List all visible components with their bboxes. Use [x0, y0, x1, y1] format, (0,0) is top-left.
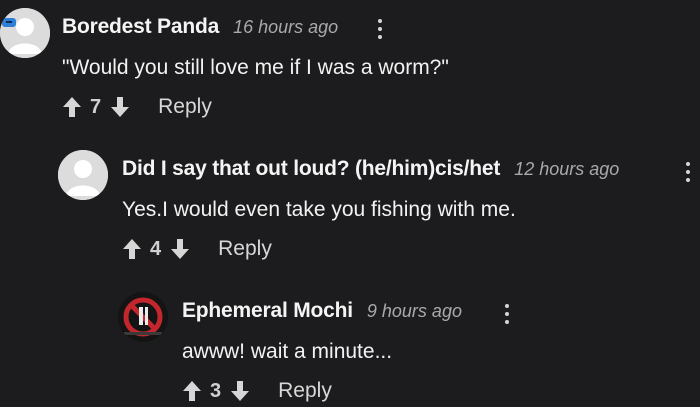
default-avatar-icon — [58, 150, 108, 200]
avatar[interactable] — [118, 292, 168, 342]
avatar[interactable] — [58, 150, 108, 200]
vote-count: 7 — [90, 95, 102, 118]
comment: Ephemeral Mochi 9 hours ago awww! wait a… — [0, 282, 700, 407]
comment: Did I say that out loud? (he/him)cis/het… — [0, 140, 700, 270]
vote-count: 4 — [150, 237, 162, 260]
timestamp: 12 hours ago — [514, 159, 620, 179]
more-options-icon[interactable] — [503, 302, 511, 326]
downvote-icon[interactable] — [170, 237, 190, 261]
upvote-icon[interactable] — [122, 237, 142, 261]
comment-actions: 4 Reply — [122, 235, 272, 263]
upvote-icon[interactable] — [62, 95, 82, 119]
vote-count: 3 — [210, 379, 222, 402]
more-options-icon[interactable] — [684, 160, 692, 184]
comment: Boredest Panda 16 hours ago "Would you s… — [0, 0, 700, 130]
reply-button[interactable]: Reply — [278, 379, 332, 403]
default-avatar-icon — [0, 8, 50, 58]
reply-button[interactable]: Reply — [158, 95, 212, 119]
comment-text: Yes.I would even take you fishing with m… — [122, 198, 516, 221]
upvote-icon[interactable] — [182, 379, 202, 403]
reply-button[interactable]: Reply — [218, 237, 272, 261]
avatar[interactable] — [0, 8, 50, 58]
author-name[interactable]: Did I say that out loud? (he/him)cis/het — [122, 157, 500, 181]
downvote-icon[interactable] — [110, 95, 130, 119]
comment-thread: Boredest Panda 16 hours ago "Would you s… — [0, 0, 700, 407]
comment-actions: 3 Reply — [182, 377, 332, 405]
timestamp: 9 hours ago — [366, 301, 462, 321]
author-name[interactable]: Ephemeral Mochi — [182, 299, 353, 323]
no-symbol-avatar-icon — [118, 292, 168, 342]
downvote-icon[interactable] — [230, 379, 250, 403]
comment-text: "Would you still love me if I was a worm… — [62, 56, 449, 79]
comment-text: awww! wait a minute... — [182, 340, 393, 363]
comment-actions: 7 Reply — [62, 93, 212, 121]
more-options-icon[interactable] — [376, 17, 384, 41]
timestamp: 16 hours ago — [233, 17, 339, 37]
author-name[interactable]: Boredest Panda — [62, 15, 219, 39]
